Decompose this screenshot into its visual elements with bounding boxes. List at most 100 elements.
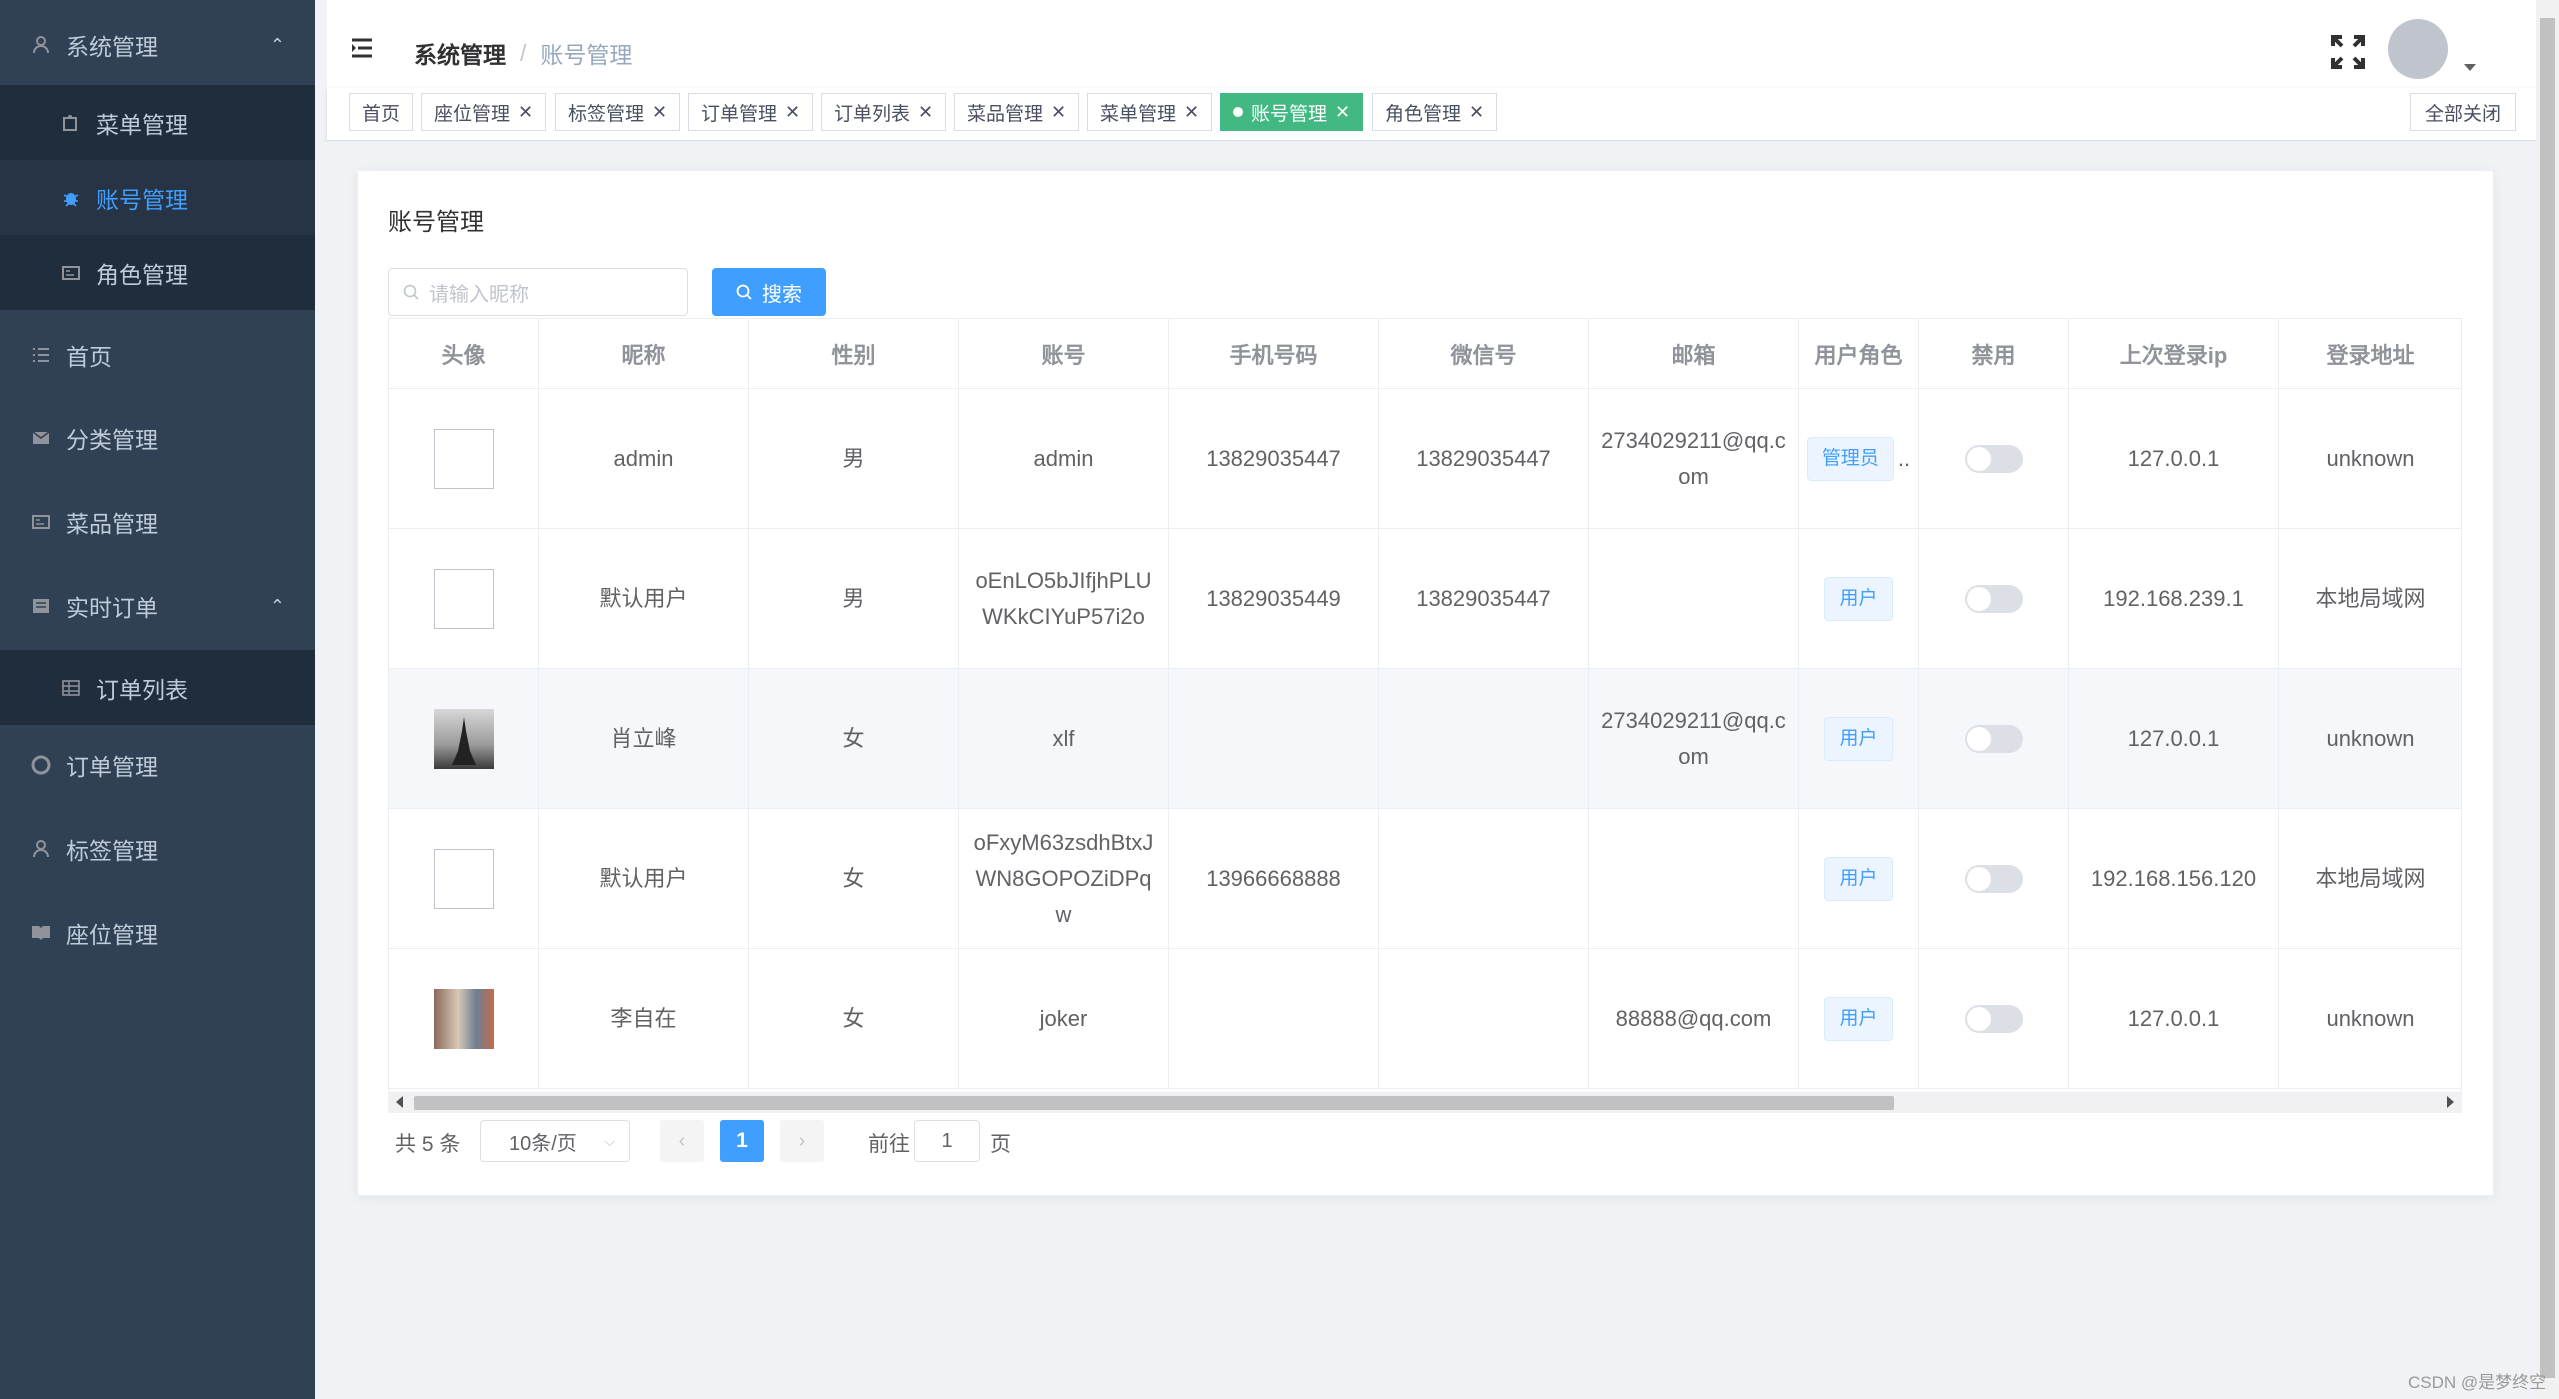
horizontal-scrollbar[interactable] — [388, 1093, 2462, 1113]
tag-home[interactable]: 首页 — [349, 93, 414, 131]
scrollbar-thumb[interactable] — [414, 1096, 1894, 1110]
cell-gender: 女 — [749, 669, 959, 808]
scroll-left-icon[interactable] — [396, 1096, 403, 1108]
next-page-button[interactable]: › — [780, 1120, 824, 1162]
tag-dish-management[interactable]: 菜品管理 ✕ — [954, 93, 1080, 131]
table-row[interactable]: 默认用户 男 oEnLO5bJIfjhPLUWKkCIYuP57i2o 1382… — [389, 529, 2461, 669]
column-header: 性别 — [749, 319, 959, 389]
hamburger-icon[interactable] — [350, 38, 374, 58]
menu-home[interactable]: 首页 — [0, 315, 315, 395]
menu-label: 系统管理 — [66, 34, 158, 60]
cell-gender: 男 — [749, 389, 959, 528]
search-input[interactable]: 请输入昵称 — [388, 268, 688, 316]
tag-seat-management[interactable]: 座位管理 ✕ — [421, 93, 547, 131]
breadcrumb: 系统管理 / 账号管理 — [414, 36, 632, 70]
tag-order-management[interactable]: 订单管理 ✕ — [688, 93, 814, 131]
table-row[interactable]: 肖立峰 女 xlf 2734029211@qq.com 用户 127.0.0.1… — [389, 669, 2461, 809]
breadcrumb-item[interactable]: 系统管理 — [414, 36, 506, 70]
disable-switch[interactable] — [1964, 584, 2023, 613]
close-icon[interactable]: ✕ — [652, 102, 667, 123]
cell-account: oFxyM63zsdhBtxJWN8GOPOZiDPqw — [959, 809, 1169, 948]
menu-label: 角色管理 — [96, 261, 188, 288]
cell-phone: 13829035449 — [1169, 529, 1379, 668]
vertical-scrollbar[interactable] — [2536, 0, 2559, 1399]
prev-page-button[interactable]: ‹ — [660, 1120, 704, 1162]
cell-gender: 女 — [749, 809, 959, 948]
menu-label: 菜品管理 — [66, 511, 158, 537]
book-icon — [30, 922, 52, 944]
goto-page-input[interactable]: 1 — [914, 1120, 980, 1162]
close-all-button[interactable]: 全部关闭 — [2410, 93, 2517, 131]
column-header: 昵称 — [539, 319, 749, 389]
tag-label: 座位管理 — [434, 103, 511, 125]
menu-realtime-orders[interactable]: 实时订单 ⌃ — [0, 566, 315, 646]
search-button[interactable]: 搜索 — [712, 268, 826, 316]
page-size-value: 10条/页 — [509, 1132, 577, 1155]
table-row[interactable]: 李自在 女 joker 88888@qq.com 用户 127.0.0.1 un… — [389, 949, 2461, 1089]
table-row[interactable]: admin 男 admin 13829035447 13829035447 27… — [389, 389, 2461, 529]
menu-label: 菜单管理 — [96, 111, 188, 138]
page-size-select[interactable]: 10条/页 ⌵ — [480, 1120, 630, 1162]
scroll-right-icon[interactable] — [2447, 1096, 2454, 1108]
scrollbar-thumb[interactable] — [2540, 18, 2555, 1378]
cell-phone — [1169, 669, 1379, 808]
menu-seat-management[interactable]: 座位管理 — [0, 893, 315, 973]
list-icon — [30, 344, 52, 366]
menu-dish-management[interactable]: 菜品管理 — [0, 482, 315, 562]
close-icon[interactable]: ✕ — [918, 102, 933, 123]
close-icon[interactable]: ✕ — [1469, 102, 1484, 123]
lifebuoy-icon — [30, 754, 52, 776]
page-number-current[interactable]: 1 — [720, 1120, 764, 1162]
table-row[interactable]: 默认用户 女 oFxyM63zsdhBtxJWN8GOPOZiDPqw 1396… — [389, 809, 2461, 949]
search-icon — [403, 284, 419, 300]
close-icon[interactable]: ✕ — [1184, 102, 1199, 123]
cell-wechat: 13829035447 — [1379, 389, 1589, 528]
avatar[interactable] — [2388, 19, 2448, 79]
close-icon[interactable]: ✕ — [785, 102, 800, 123]
menu-tag-management[interactable]: 标签管理 — [0, 809, 315, 889]
caret-down-icon[interactable] — [2464, 64, 2476, 71]
menu-label: 账号管理 — [96, 186, 188, 213]
menu-role-management[interactable]: 角色管理 — [0, 235, 315, 310]
tag-order-list[interactable]: 订单列表 ✕ — [821, 93, 947, 131]
column-header: 登录地址 — [2279, 319, 2461, 389]
menu-label: 订单管理 — [66, 754, 158, 780]
cell-role: 用户 — [1799, 529, 1919, 668]
disable-switch[interactable] — [1964, 864, 2023, 893]
cell-email: 2734029211@qq.com — [1589, 389, 1799, 528]
menu-label: 分类管理 — [66, 427, 158, 453]
menu-order-list[interactable]: 订单列表 — [0, 650, 315, 725]
cell-account: admin — [959, 389, 1169, 528]
menu-system-management[interactable]: 系统管理 ⌃ — [0, 5, 315, 85]
tag-menu-management[interactable]: 菜单管理 ✕ — [1087, 93, 1213, 131]
cell-account: oEnLO5bJIfjhPLUWKkCIYuP57i2o — [959, 529, 1169, 668]
column-header: 用户角色 — [1799, 319, 1919, 389]
tag-tag-management[interactable]: 标签管理 ✕ — [555, 93, 681, 131]
bug-icon — [60, 187, 82, 209]
cell-account: xlf — [959, 669, 1169, 808]
tag-role-management[interactable]: 角色管理 ✕ — [1372, 93, 1498, 131]
close-icon[interactable]: ✕ — [518, 102, 533, 123]
tag-account-management[interactable]: 账号管理 ✕ — [1220, 93, 1364, 131]
chevron-up-icon: ⌃ — [269, 35, 285, 55]
active-dot-icon — [1233, 107, 1243, 117]
cell-nickname: 肖立峰 — [539, 669, 749, 808]
close-icon[interactable]: ✕ — [1051, 102, 1066, 123]
disable-switch[interactable] — [1964, 1004, 2023, 1033]
fullscreen-icon[interactable] — [2330, 34, 2366, 70]
breadcrumb-separator: / — [520, 39, 527, 66]
cell-gender: 男 — [749, 529, 959, 668]
disable-switch[interactable] — [1964, 724, 2023, 753]
menu-menu-management[interactable]: 菜单管理 — [0, 85, 315, 160]
menu-order-management[interactable]: 订单管理 — [0, 725, 315, 805]
cell-location: unknown — [2279, 669, 2461, 808]
disable-switch[interactable] — [1964, 444, 2023, 473]
close-icon[interactable]: ✕ — [1335, 102, 1350, 123]
menu-category-management[interactable]: 分类管理 — [0, 398, 315, 478]
cell-role: 用户 — [1799, 809, 1919, 948]
cell-role: 管理员.. — [1799, 389, 1919, 528]
column-header: 微信号 — [1379, 319, 1589, 389]
menu-account-management[interactable]: 账号管理 — [0, 160, 315, 235]
cell-phone: 13966668888 — [1169, 809, 1379, 948]
puzzle-icon — [60, 112, 82, 134]
